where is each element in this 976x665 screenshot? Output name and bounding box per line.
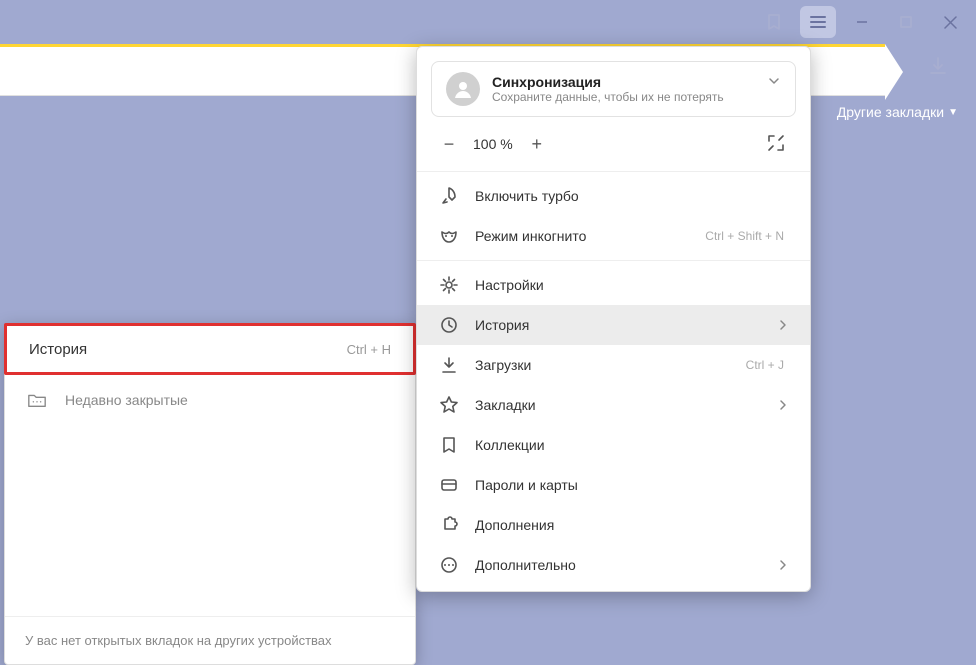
rocket-icon — [439, 186, 459, 206]
hamburger-icon — [810, 16, 826, 28]
zoom-out-button[interactable]: − — [439, 134, 459, 155]
mask-icon — [439, 226, 459, 246]
menu-item-label: Коллекции — [475, 437, 788, 453]
zoom-value: 100 % — [473, 136, 513, 152]
menu-item-label: Настройки — [475, 277, 788, 293]
menu-item-card[interactable]: Пароли и карты — [417, 465, 810, 505]
zoom-row: − 100 % + — [417, 123, 810, 167]
menu-item-label: Режим инкогнито — [475, 228, 689, 244]
bookmark-button[interactable] — [752, 2, 796, 42]
separator — [417, 260, 810, 261]
menu-item-label: Дополнительно — [475, 557, 762, 573]
menu-item-label: История — [475, 317, 762, 333]
menu-item-clock[interactable]: История — [417, 305, 810, 345]
recently-closed-label: Недавно закрытые — [65, 392, 188, 408]
fullscreen-button[interactable] — [766, 133, 788, 155]
titlebar — [0, 0, 976, 44]
card-icon — [439, 475, 459, 495]
menu-item-mask[interactable]: Режим инкогнито Ctrl + Shift + N — [417, 216, 810, 256]
bookmark-icon — [439, 435, 459, 455]
history-header-label: История — [29, 341, 87, 358]
star-icon — [439, 395, 459, 415]
other-bookmarks-button[interactable]: Другие закладки ▼ — [837, 104, 958, 120]
sync-subtitle: Сохраните данные, чтобы их не потерять — [492, 90, 724, 104]
avatar-icon — [446, 72, 480, 106]
folder-dots-icon — [27, 390, 47, 410]
menu-item-label: Дополнения — [475, 517, 788, 533]
chevron-down-icon — [767, 74, 781, 88]
menu-item-label: Закладки — [475, 397, 762, 413]
minimize-button[interactable] — [840, 2, 884, 42]
close-button[interactable] — [928, 2, 972, 42]
chevron-right-icon — [778, 398, 788, 412]
caret-down-icon: ▼ — [948, 107, 958, 118]
history-header-shortcut: Ctrl + H — [347, 342, 391, 357]
menu-item-puzzle[interactable]: Дополнения — [417, 505, 810, 545]
download-icon — [439, 355, 459, 375]
main-menu: Синхронизация Сохраните данные, чтобы их… — [416, 46, 811, 592]
puzzle-icon — [439, 515, 459, 535]
menu-item-bookmark[interactable]: Коллекции — [417, 425, 810, 465]
sync-title: Синхронизация — [492, 74, 724, 90]
gear-icon — [439, 275, 459, 295]
menu-item-label: Включить турбо — [475, 188, 788, 204]
clock-icon — [439, 315, 459, 335]
sync-card[interactable]: Синхронизация Сохраните данные, чтобы их… — [431, 61, 796, 117]
maximize-button[interactable] — [884, 2, 928, 42]
submenu-footer: У вас нет открытых вкладок на других уст… — [5, 616, 415, 664]
chevron-right-icon — [778, 558, 788, 572]
submenu-spacer — [5, 426, 415, 616]
menu-item-download[interactable]: Загрузки Ctrl + J — [417, 345, 810, 385]
menu-item-shortcut: Ctrl + J — [746, 358, 784, 372]
menu-button[interactable] — [796, 2, 840, 42]
download-button[interactable] — [928, 56, 948, 76]
menu-item-shortcut: Ctrl + Shift + N — [705, 229, 784, 243]
recently-closed-item[interactable]: Недавно закрытые — [5, 374, 415, 426]
menu-item-label: Загрузки — [475, 357, 730, 373]
menu-item-dots[interactable]: Дополнительно — [417, 545, 810, 585]
menu-item-label: Пароли и карты — [475, 477, 788, 493]
menu-item-gear[interactable]: Настройки — [417, 265, 810, 305]
menu-item-star[interactable]: Закладки — [417, 385, 810, 425]
menu-item-rocket[interactable]: Включить турбо — [417, 176, 810, 216]
separator — [417, 171, 810, 172]
dots-icon — [439, 555, 459, 575]
zoom-in-button[interactable]: + — [527, 134, 547, 155]
history-header[interactable]: История Ctrl + H — [4, 323, 416, 375]
chevron-right-icon — [778, 318, 788, 332]
other-bookmarks-label: Другие закладки — [837, 104, 944, 120]
history-submenu: История Ctrl + H Недавно закрытые У вас … — [4, 323, 416, 665]
